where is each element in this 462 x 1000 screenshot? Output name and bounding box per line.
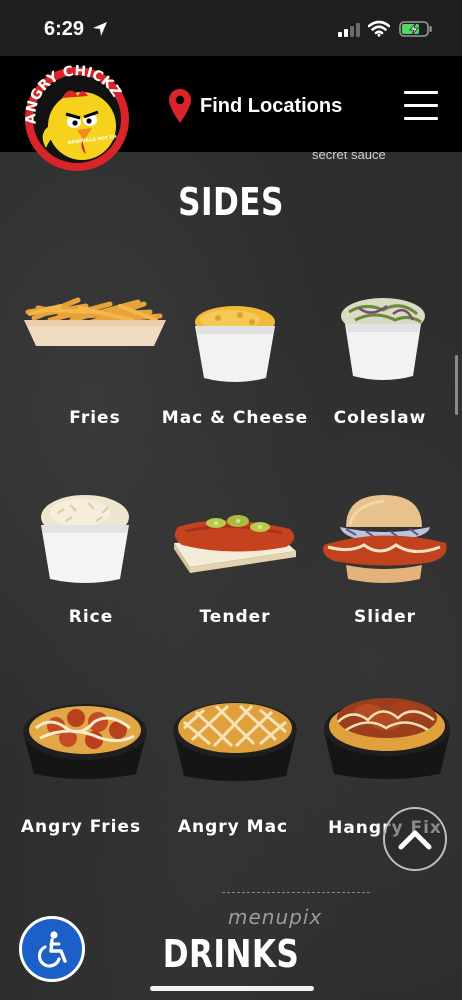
menu-item-slider[interactable]: Slider [310,487,460,637]
status-bar: 6:29 [0,0,462,56]
wifi-icon [368,20,390,37]
home-indicator[interactable] [150,986,314,991]
slider-image [323,495,447,583]
angry-mac-image [173,702,297,781]
location-arrow-icon [93,22,107,36]
partial-description-text: secret sauce [312,152,386,162]
accessibility-button[interactable] [19,916,85,982]
battery-charging-icon [399,21,432,37]
item-label: Coleslaw [333,408,427,428]
find-locations-label: Find Locations [200,94,343,117]
mac-and-cheese-image [195,306,275,382]
menu-item-coleslaw[interactable]: Coleslaw [305,290,455,440]
menu-item-angry-fries[interactable]: Angry Fries [10,692,160,842]
drinks-heading: DRINKS [162,932,300,976]
sides-heading: SIDES [178,180,284,224]
coleslaw-image [341,298,425,380]
menu-item-fries[interactable]: Fries [20,290,170,440]
menu-item-tender[interactable]: Tender [160,487,310,637]
map-pin-icon [169,89,191,123]
item-label: Angry Fries [20,817,142,837]
find-locations-link[interactable]: Find Locations [168,88,342,124]
menu-item-angry-mac[interactable]: Angry Mac [160,692,310,842]
item-label: Tender [199,607,271,627]
menu-content: secret sauce SIDES Fries Mac & Cheese Co… [0,152,462,1000]
menu-item-hangry-fix[interactable]: Hangry Fix [312,682,462,838]
angry-chickz-logo[interactable]: ANGRY CHICKZ NASHVILLE HOT CHICKEN [22,64,132,174]
scroll-to-top-button[interactable] [383,807,447,871]
angry-fries-image [23,704,147,779]
site-header: ANGRY CHICKZ NASHVILLE HOT CHICKEN Find … [0,56,462,171]
watermark-text: menupix [228,905,323,929]
menu-item-mac-and-cheese[interactable]: Mac & Cheese [160,290,310,440]
scrollbar[interactable] [455,355,458,415]
cellular-signal-icon [338,23,360,37]
item-label: Angry Mac [177,817,289,837]
menu-item-rice[interactable]: Rice [10,487,160,637]
logo-text: ANGRY CHICKZ [23,64,124,125]
rice-image [41,495,129,583]
chevron-up-icon [398,830,432,850]
status-time: 6:29 [44,18,85,40]
fries-image [24,297,166,346]
menu-hamburger-icon[interactable] [404,91,438,121]
wheelchair-icon [37,931,67,968]
hangry-fix-image [324,698,450,779]
item-label: Slider [354,607,416,627]
tender-image [174,515,296,573]
